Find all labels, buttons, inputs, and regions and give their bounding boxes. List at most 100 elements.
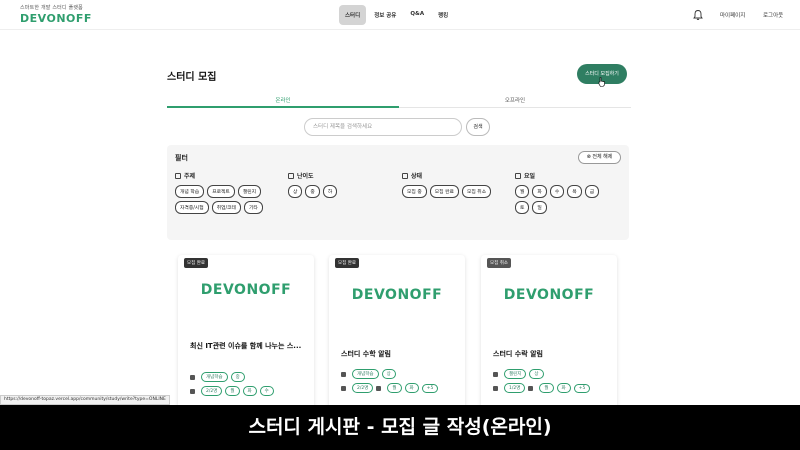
card-topic-row: 개념학습 상 (341, 369, 396, 379)
filter-panel: 필터 ⊗ 전체 해제 주제 개념 학습 프로젝트 챌린지 자격증/시험 취업/코… (167, 145, 629, 240)
tab-offline[interactable]: 오프라인 (399, 96, 631, 104)
card-logo: DEVONOFF (200, 282, 292, 298)
day-chips: 월 화 수 목 금 토 일 (515, 185, 615, 214)
status-badge: 모집 완료 (335, 258, 359, 268)
reset-filter-button[interactable]: ⊗ 전체 해제 (578, 151, 621, 164)
filter-chip[interactable]: 토 (515, 201, 530, 214)
bell-icon[interactable] (692, 9, 704, 21)
filter-chip[interactable]: 상 (288, 185, 303, 198)
people-icon (341, 385, 346, 391)
brand-logo: DEVONOFF (20, 12, 92, 25)
calendar-icon (528, 385, 534, 391)
nav-ranking[interactable]: 랭킹 (432, 5, 454, 25)
tab-online[interactable]: 온라인 (167, 96, 399, 104)
card-logo: DEVONOFF (503, 287, 595, 303)
day-chip: 화 (556, 383, 571, 393)
level-chip: 중 (230, 372, 245, 382)
filter-chip[interactable]: 모집 취소 (461, 185, 492, 198)
filter-chip[interactable]: 모집 중 (402, 185, 427, 198)
nav-study[interactable]: 스터디 (339, 5, 367, 25)
topic-chip: 개념학습 (201, 372, 228, 382)
study-card[interactable]: 모집 완료 DEVONOFF 스터디 수학 알림 개념학습 상 2/2명 월 화… (329, 255, 465, 415)
tab-active-indicator (167, 106, 399, 108)
day-chip: 월 (225, 386, 240, 396)
filter-chip[interactable]: 금 (584, 185, 600, 198)
day-chip: +5 (421, 383, 439, 393)
card-topic-row: 개념학습 중 (190, 372, 245, 382)
filter-chip[interactable]: 목 (567, 185, 582, 198)
nav-info[interactable]: 정보 공유 (368, 5, 402, 25)
filter-group-label: 주제 (184, 173, 196, 180)
filter-group-day: 요일 월 화 수 목 금 토 일 (515, 171, 615, 214)
status-chips: 모집 중 모집 완료 모집 취소 (402, 185, 512, 198)
study-card[interactable]: 모집 취소 DEVONOFF 스터디 수락 알림 챌린지 상 1/2명 월 화 … (481, 255, 617, 415)
topic-chip: 개념학습 (352, 369, 379, 379)
filter-group-level: 난이도 상 중 하 (288, 171, 388, 198)
filter-chip[interactable]: 챌린지 (237, 185, 262, 198)
level-chips: 상 중 하 (288, 185, 388, 198)
people-chip: 1/2명 (504, 383, 526, 393)
book-icon (341, 371, 346, 377)
filter-group-label: 난이도 (297, 173, 314, 180)
filter-chip[interactable]: 수 (549, 185, 565, 198)
card-title: 최신 IT관련 이슈를 함께 나누는 스... (190, 342, 302, 350)
people-icon (493, 385, 498, 391)
page-title: 스터디 모집 (167, 72, 217, 83)
filter-chip[interactable]: 하 (322, 185, 338, 198)
level-chip: 상 (529, 369, 544, 379)
tab-divider (399, 107, 631, 108)
card-title: 스터디 수학 알림 (341, 350, 391, 358)
calendar-icon (376, 385, 382, 391)
filter-chip[interactable]: 기타 (243, 201, 263, 214)
filter-group-label: 상태 (411, 173, 423, 180)
brand-tagline: 스마트한 개발 스터디 플랫폼 (20, 5, 83, 11)
status-badge: 모집 취소 (487, 258, 511, 268)
day-chip: +5 (573, 383, 591, 393)
day-chip: 월 (539, 383, 554, 393)
filter-title: 필터 (175, 154, 188, 162)
reset-filter-label: 전체 해제 (592, 154, 613, 160)
nav-qna[interactable]: Q&A (404, 5, 430, 25)
filter-chip[interactable]: 월 (515, 185, 530, 198)
filter-chip[interactable]: 화 (532, 185, 547, 198)
card-title: 스터디 수락 알림 (493, 350, 543, 358)
card-logo: DEVONOFF (351, 287, 443, 303)
filter-chip[interactable]: 프로젝트 (207, 185, 235, 198)
filter-group-status: 상태 모집 중 모집 완료 모집 취소 (402, 171, 512, 198)
filter-chip[interactable]: 일 (532, 201, 547, 214)
filter-chip[interactable]: 개념 학습 (175, 185, 205, 198)
brand[interactable]: 스마트한 개발 스터디 플랫폼 DEVONOFF (20, 4, 92, 25)
search-input[interactable]: 스터디 제목을 검색하세요 (304, 118, 462, 136)
filter-chip[interactable]: 모집 완료 (429, 185, 459, 198)
status-badge: 모집 완료 (184, 258, 208, 268)
card-topic-row: 챌린지 상 (493, 369, 544, 379)
card-people-row: 2/2명 월 화 수 (190, 386, 274, 396)
people-chip: 2/2명 (352, 383, 374, 393)
filter-chip[interactable]: 취업/코테 (211, 201, 241, 214)
status-bar-url: https://devonoff-topaz.vercel.app/commun… (0, 395, 170, 405)
day-chip: 월 (387, 383, 402, 393)
people-chip: 2/2명 (201, 386, 223, 396)
mypage-link[interactable]: 마이페이지 (720, 11, 745, 19)
filter-chip[interactable]: 중 (305, 185, 320, 198)
book-icon (175, 172, 181, 179)
main-nav: 스터디 정보 공유 Q&A 랭킹 (339, 5, 454, 25)
book-icon (190, 374, 195, 380)
search-button[interactable]: 검색 (466, 118, 490, 136)
logout-link[interactable]: 로그아웃 (763, 11, 783, 19)
chart-icon (288, 172, 294, 179)
page: 스마트한 개발 스터디 플랫폼 DEVONOFF 스터디 정보 공유 Q&A 랭… (0, 0, 800, 450)
card-people-row: 1/2명 월 화 +5 (493, 383, 591, 393)
video-caption: 스터디 게시판 - 모집 글 작성(온라인) (0, 405, 800, 450)
study-card[interactable]: 모집 완료 DEVONOFF 최신 IT관련 이슈를 함께 나누는 스... 개… (178, 255, 314, 415)
filter-group-topic: 주제 개념 학습 프로젝트 챌린지 자격증/시험 취업/코테 기타 (175, 171, 283, 214)
people-icon (190, 388, 195, 394)
calendar-icon (515, 172, 521, 179)
topic-chips: 개념 학습 프로젝트 챌린지 자격증/시험 취업/코테 기타 (175, 185, 283, 214)
day-chip: 화 (242, 386, 257, 396)
day-chip: 수 (259, 386, 274, 396)
filter-chip[interactable]: 자격증/시험 (175, 201, 209, 214)
card-people-row: 2/2명 월 화 +5 (341, 383, 439, 393)
topic-chip: 챌린지 (504, 369, 527, 379)
book-icon (493, 371, 498, 377)
